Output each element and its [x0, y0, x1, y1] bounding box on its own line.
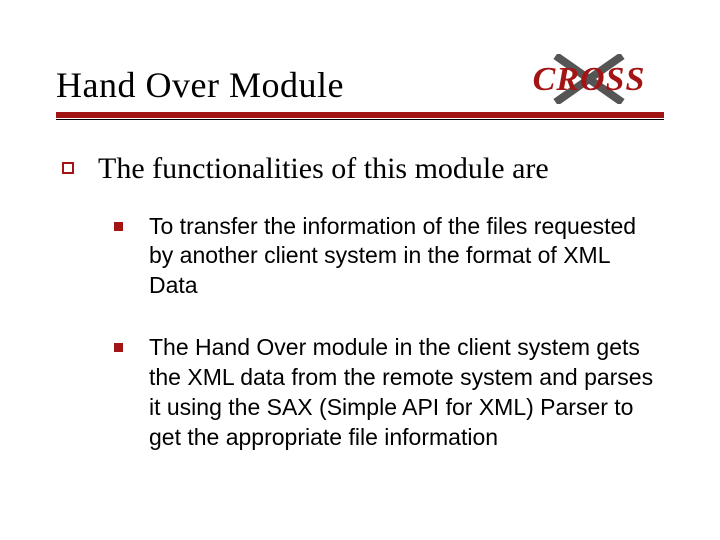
bullet-fill-icon [114, 222, 123, 231]
page-title: Hand Over Module [56, 64, 344, 106]
content: The functionalities of this module are T… [56, 150, 664, 453]
sub-point-text: To transfer the information of the files… [149, 212, 664, 302]
logo: CROSS [514, 54, 664, 104]
slide: Hand Over Module CROSS The functionaliti… [0, 0, 720, 540]
cross-logo-icon: CROSS [514, 54, 664, 104]
main-point-text: The functionalities of this module are [98, 150, 549, 188]
rule-thick [56, 112, 664, 118]
list-item: The functionalities of this module are [62, 150, 664, 188]
list-item: The Hand Over module in the client syste… [114, 333, 664, 453]
list-item: To transfer the information of the files… [114, 212, 664, 302]
bullet-outline-icon [62, 162, 74, 174]
header-row: Hand Over Module CROSS [56, 54, 664, 106]
sub-list: To transfer the information of the files… [114, 212, 664, 453]
title-underline [56, 112, 664, 120]
rule-thin [56, 119, 664, 120]
logo-text: CROSS [533, 61, 646, 98]
bullet-fill-icon [114, 343, 123, 352]
sub-point-text: The Hand Over module in the client syste… [149, 333, 664, 453]
